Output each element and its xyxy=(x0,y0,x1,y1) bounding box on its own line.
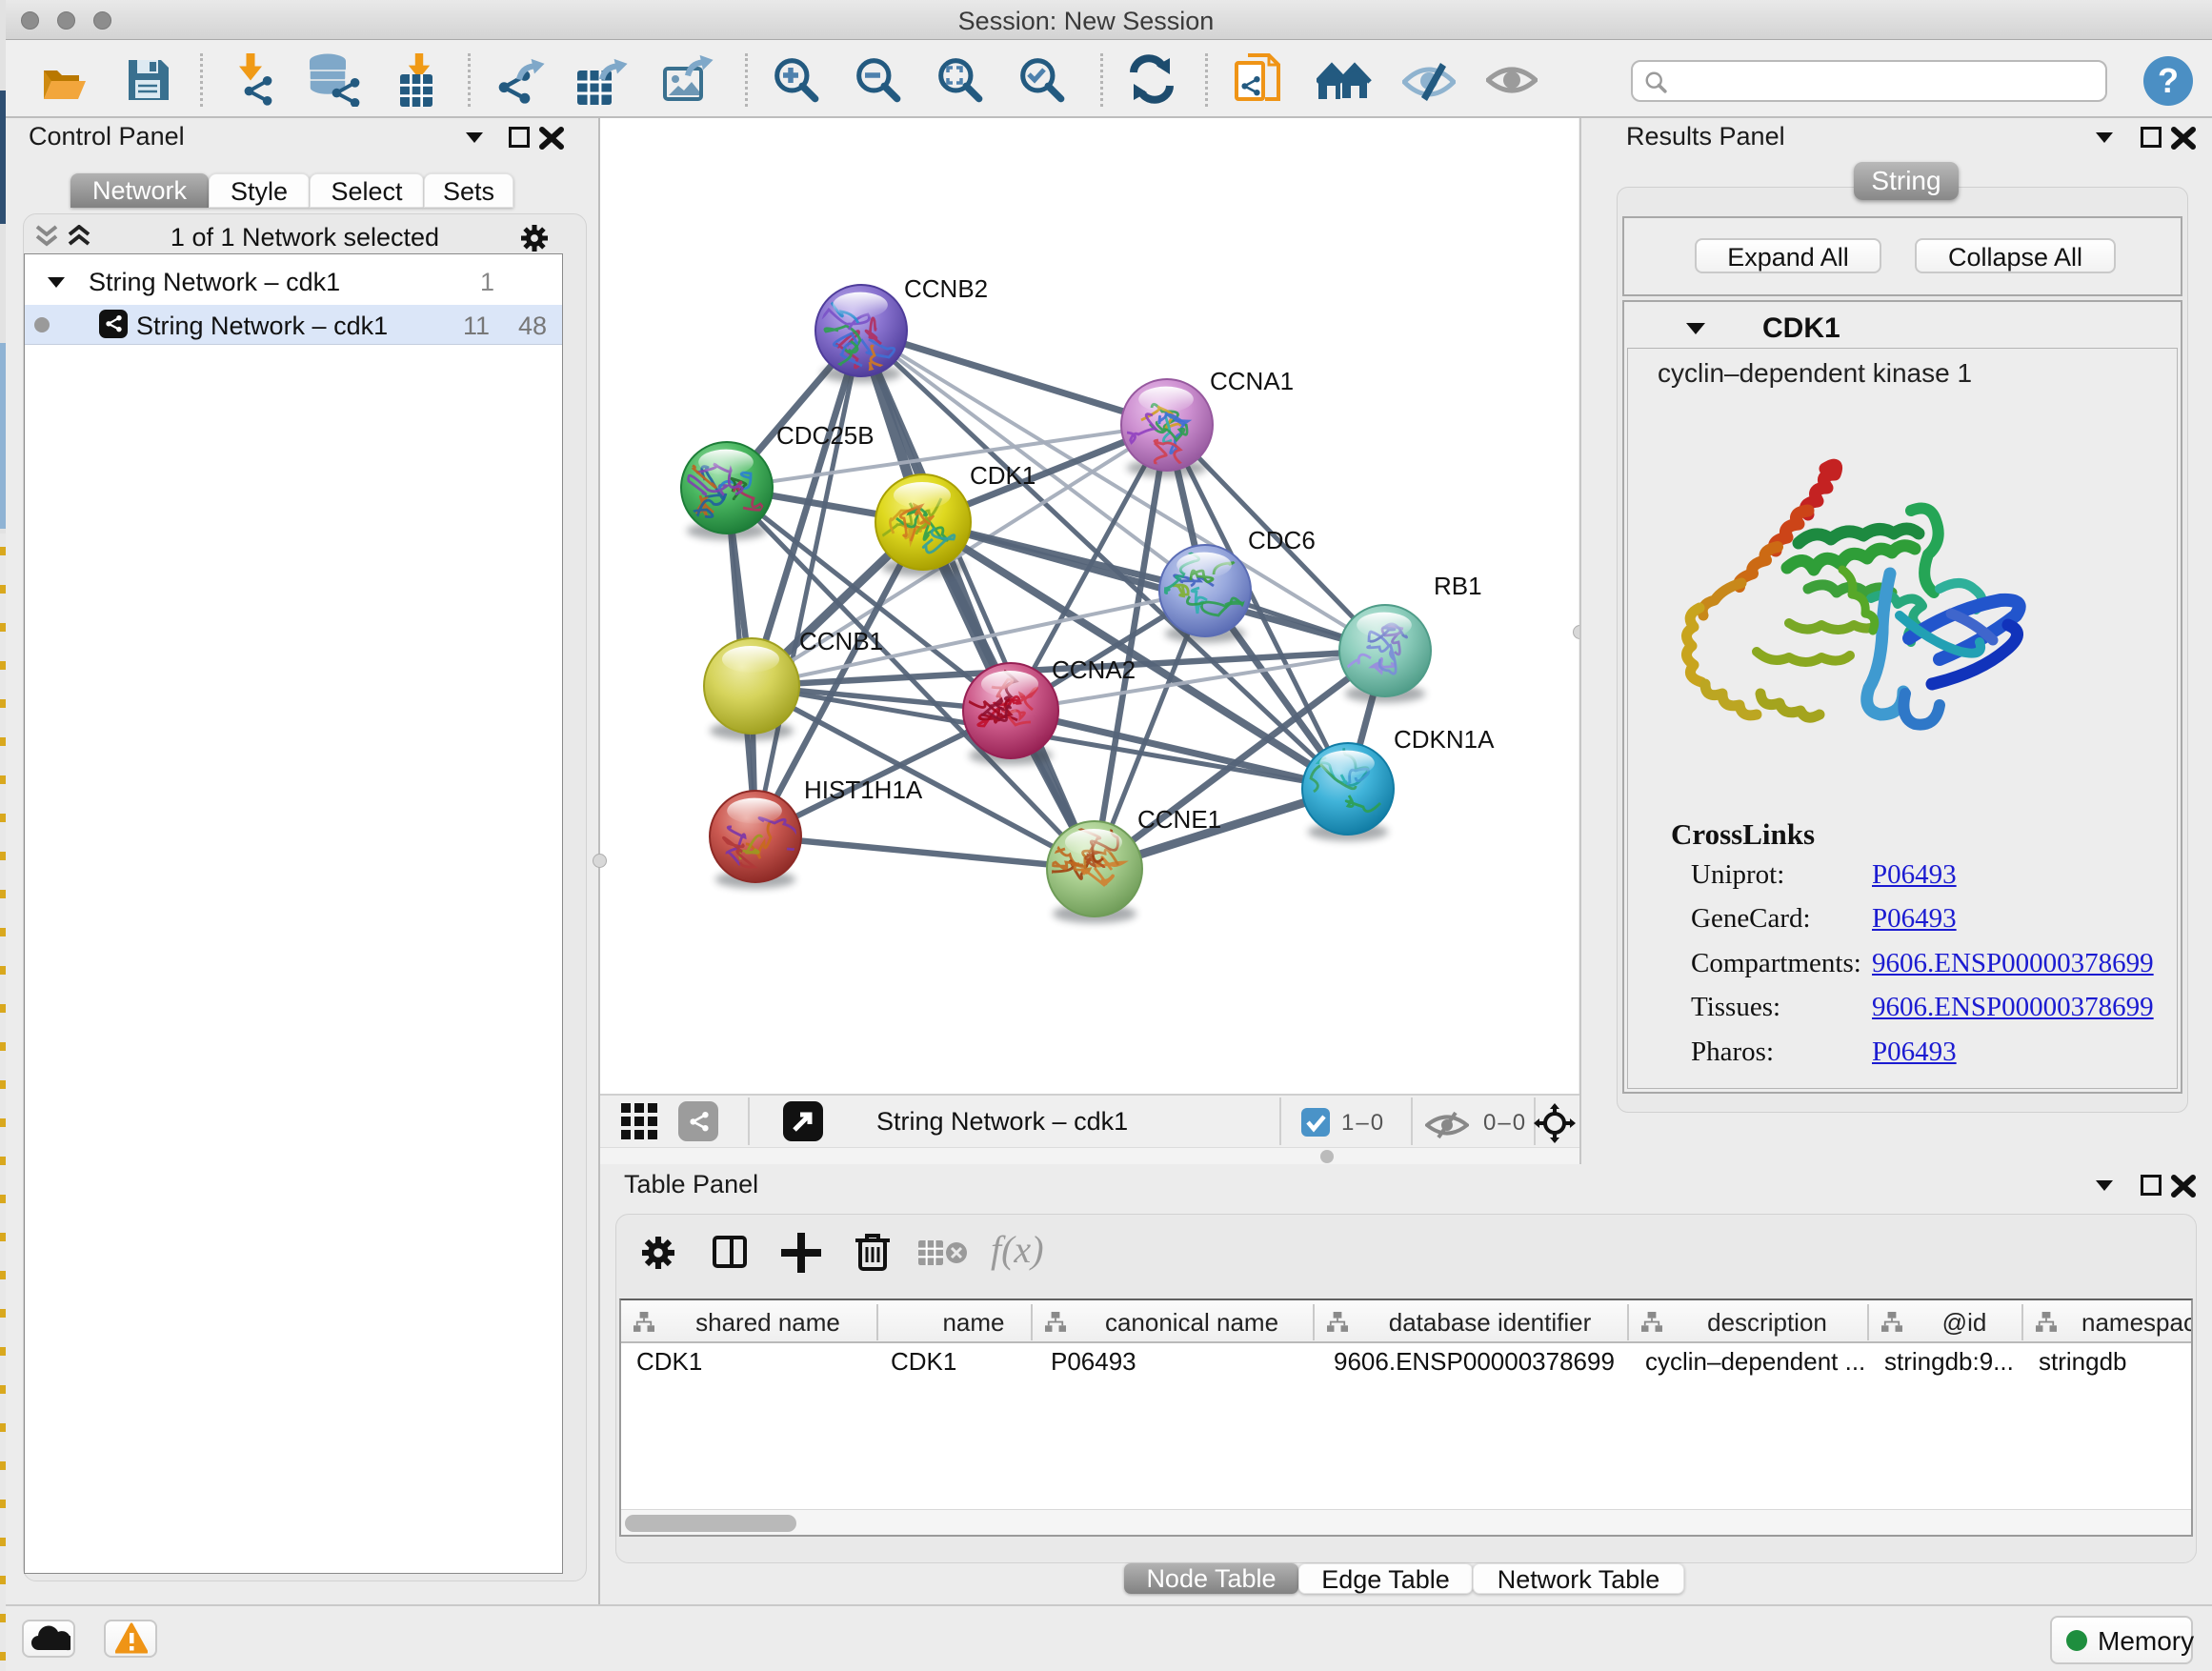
svg-text:CCNE1: CCNE1 xyxy=(1137,805,1221,834)
svg-text:RB1: RB1 xyxy=(1434,572,1482,600)
svg-text:CCNB2: CCNB2 xyxy=(904,274,988,303)
svg-text:HIST1H1A: HIST1H1A xyxy=(804,775,923,804)
svg-text:CDC25B: CDC25B xyxy=(776,421,875,450)
svg-text:CDK1: CDK1 xyxy=(970,461,1036,490)
svg-text:CDKN1A: CDKN1A xyxy=(1394,725,1495,754)
svg-text:CCNA2: CCNA2 xyxy=(1052,655,1136,684)
svg-text:CCNB1: CCNB1 xyxy=(799,627,883,655)
svg-text:CCNA1: CCNA1 xyxy=(1210,367,1294,395)
svg-text:CDC6: CDC6 xyxy=(1248,526,1316,554)
